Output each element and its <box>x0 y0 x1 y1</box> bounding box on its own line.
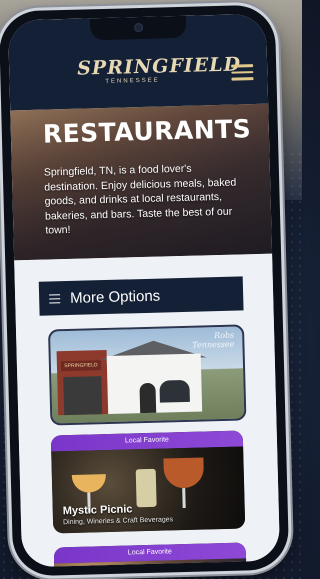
hero-banner: RESTAURANTS Springfield, TN, is a food l… <box>10 103 273 261</box>
glass-stem <box>182 487 186 509</box>
hamburger-icon-bar <box>231 77 254 81</box>
building-sign: SPRINGFIELD <box>60 360 102 372</box>
building-window <box>159 379 190 403</box>
phone-screen: SPRINGFIELD TENNESSEE RESTAURANTS Spring… <box>7 13 281 568</box>
building-door <box>139 382 157 414</box>
phone-mockup: SPRINGFIELD TENNESSEE RESTAURANTS Spring… <box>0 4 290 577</box>
springfield-logo[interactable]: SPRINGFIELD TENNESSEE <box>76 53 242 99</box>
page-title: RESTAURANTS <box>42 114 252 149</box>
garage-door <box>63 376 103 416</box>
cocktail-glass <box>71 474 107 493</box>
hamburger-menu-button[interactable] <box>231 64 254 81</box>
wine-glass <box>163 457 205 489</box>
hero-description: Springfield, TN, is a food lover's desti… <box>43 162 237 237</box>
watermark-line2: Tennessee <box>192 339 235 350</box>
hamburger-icon-bar <box>231 64 254 68</box>
featured-restaurant-image[interactable]: SPRINGFIELD Robs Tennessee <box>47 324 247 426</box>
logo-main-text: SPRINGFIELD <box>76 53 242 80</box>
listing-card[interactable]: Local Favorite <box>53 542 247 568</box>
photo-watermark: Robs Tennessee <box>192 331 235 350</box>
listing-card[interactable]: Local Favorite Mystic Picnic Dining, Win… <box>50 430 246 534</box>
more-options-button[interactable]: More Options <box>38 276 244 316</box>
hamburger-icon-bar <box>231 70 254 74</box>
hamburger-icon <box>49 293 61 304</box>
listing-name: Mystic Picnic <box>62 503 133 518</box>
main-content: More Options SPRINGFIELD Robs Tennessee … <box>14 253 281 568</box>
highball-glass <box>135 468 157 508</box>
more-options-label: More Options <box>69 287 161 307</box>
